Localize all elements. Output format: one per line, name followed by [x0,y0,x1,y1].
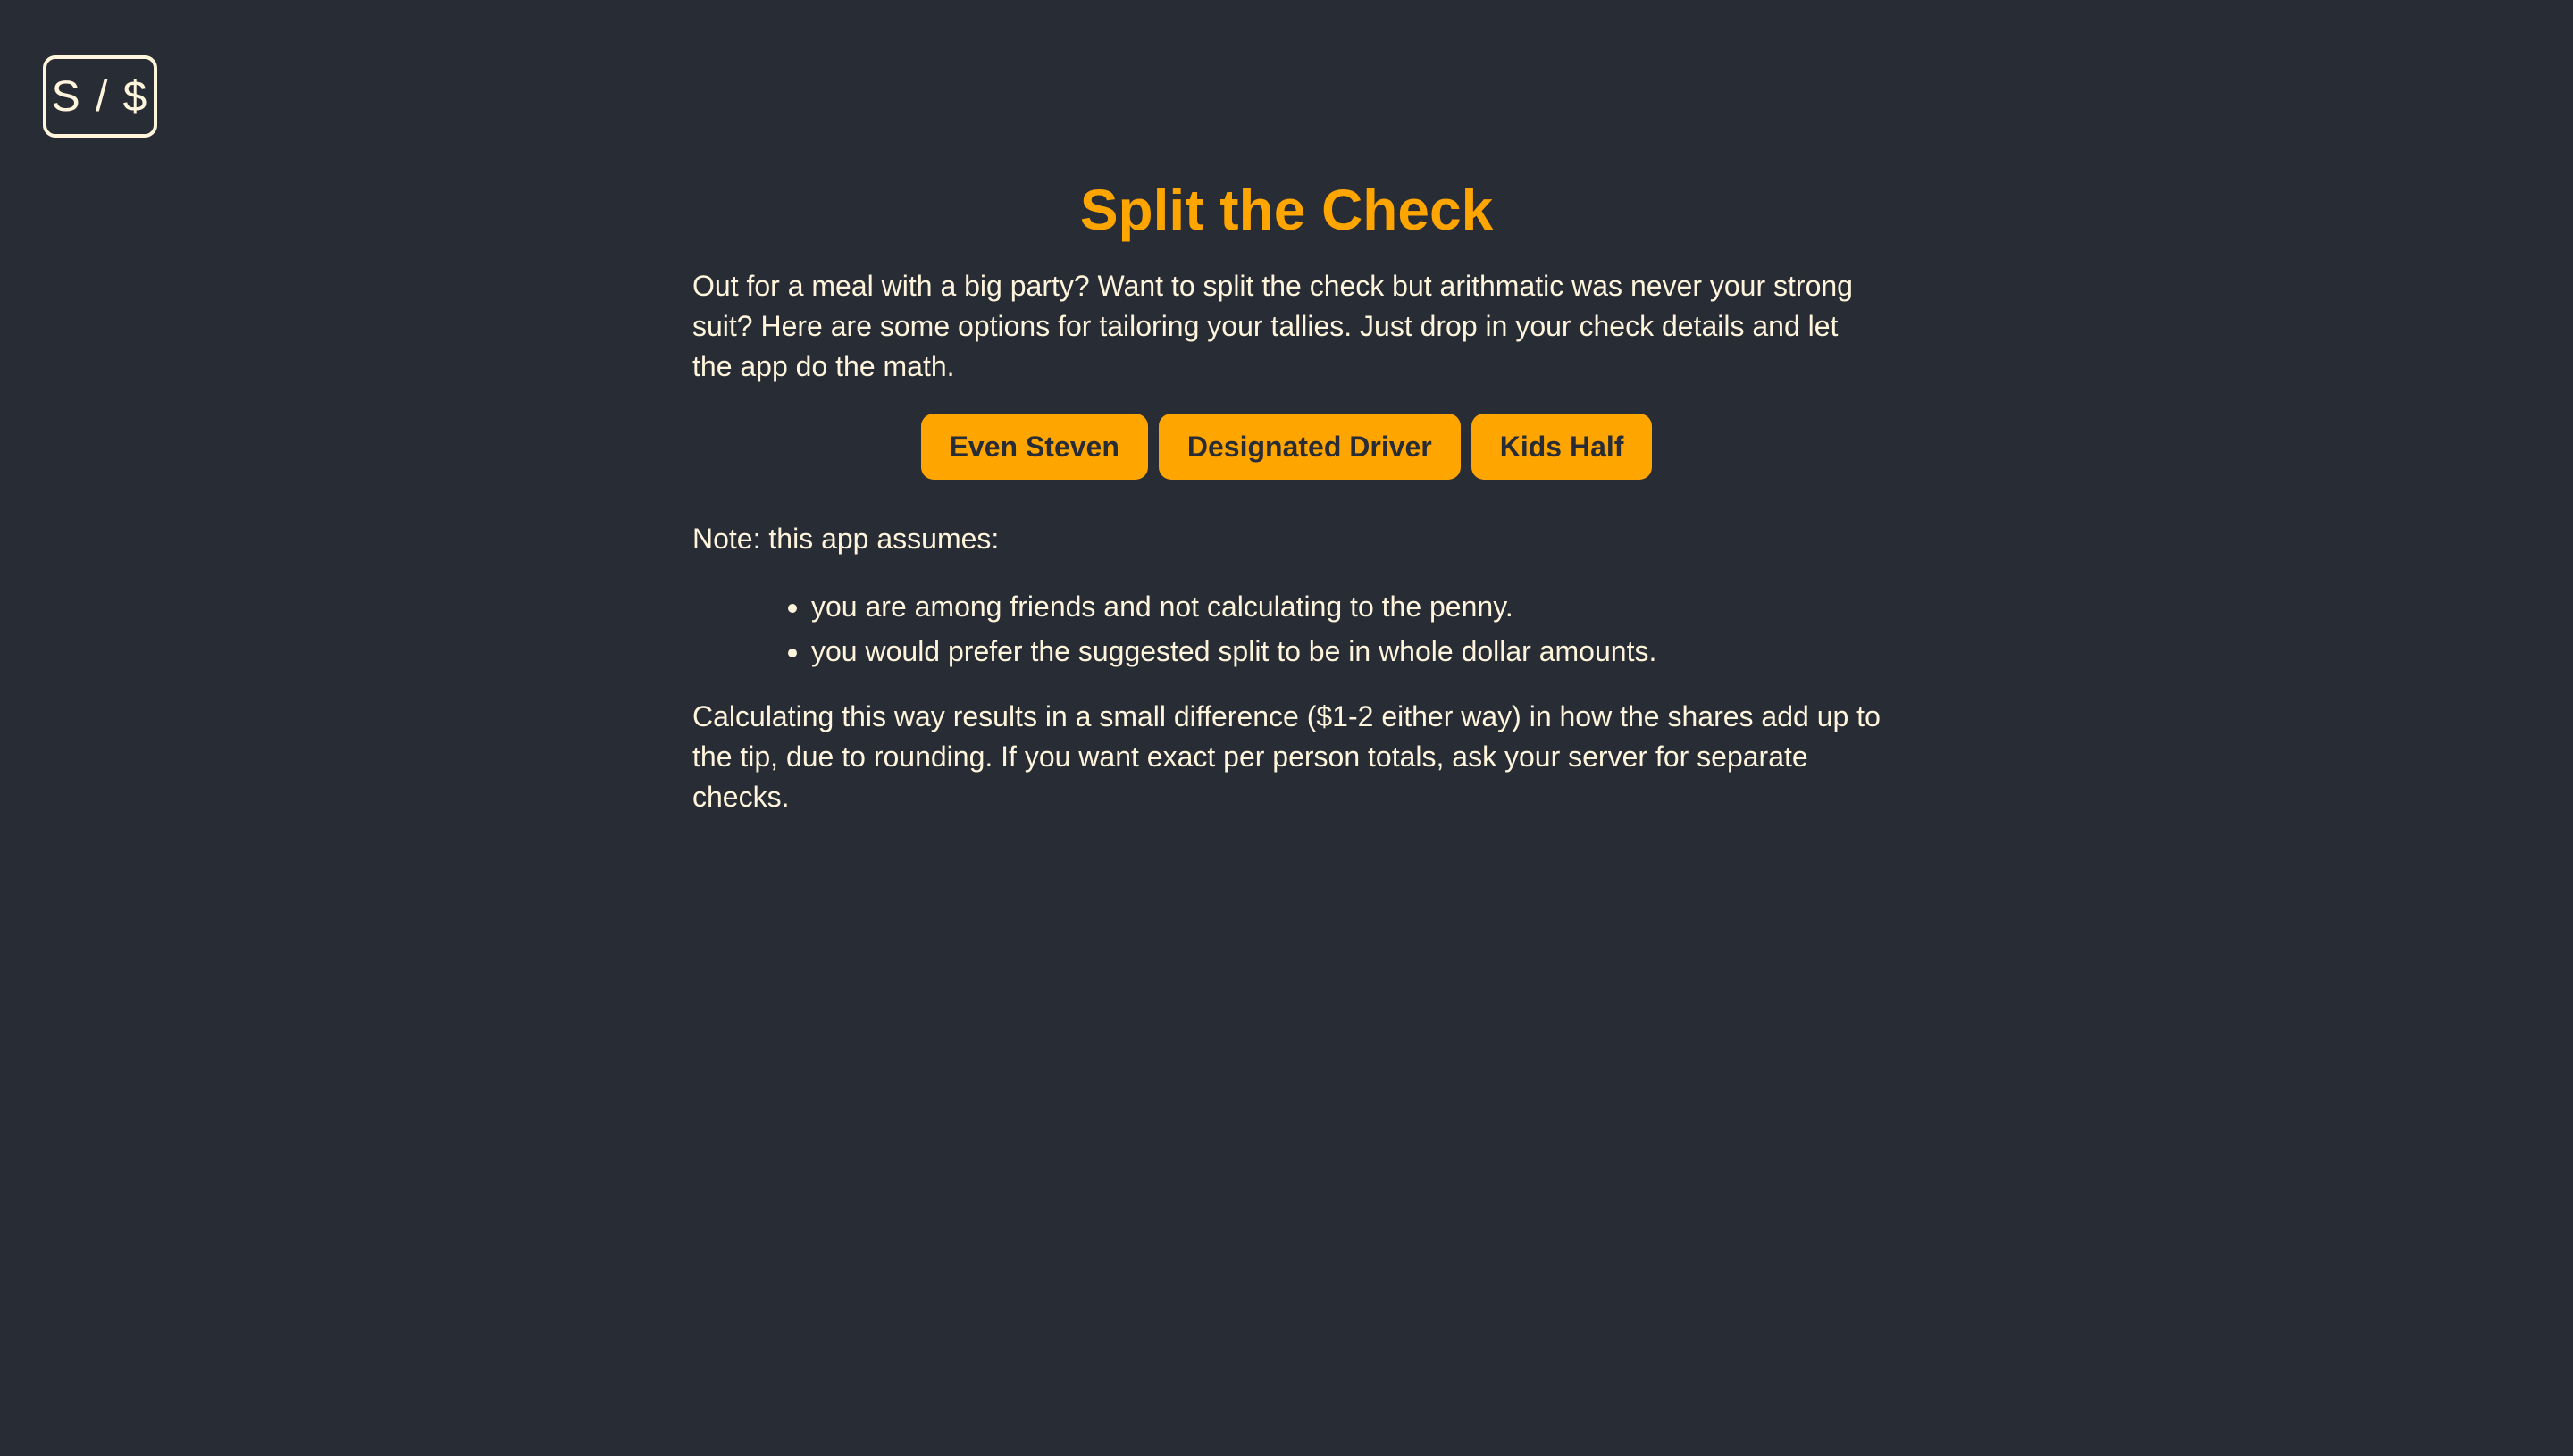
designated-driver-button[interactable]: Designated Driver [1158,414,1461,480]
list-item: you would prefer the suggested split to … [811,629,1881,674]
rounding-explanation: Calculating this way results in a small … [692,700,1881,813]
note-text: Note: this app assumes: [692,523,1000,555]
kids-half-button[interactable]: Kids Half [1471,414,1653,480]
main-content: Split the Check Out for a meal with a bi… [692,170,1881,817]
even-steven-button[interactable]: Even Steven [920,414,1148,480]
list-item: you are among friends and not calculatin… [811,584,1881,629]
app-logo[interactable]: S / $ [43,55,157,138]
split-mode-buttons: Even Steven Designated Driver Kids Half [692,414,1881,480]
assumptions-list: you are among friends and not calculatin… [692,584,1881,674]
page-title: Split the Check [1079,178,1494,242]
intro-text: Out for a meal with a big party? Want to… [692,270,1853,382]
